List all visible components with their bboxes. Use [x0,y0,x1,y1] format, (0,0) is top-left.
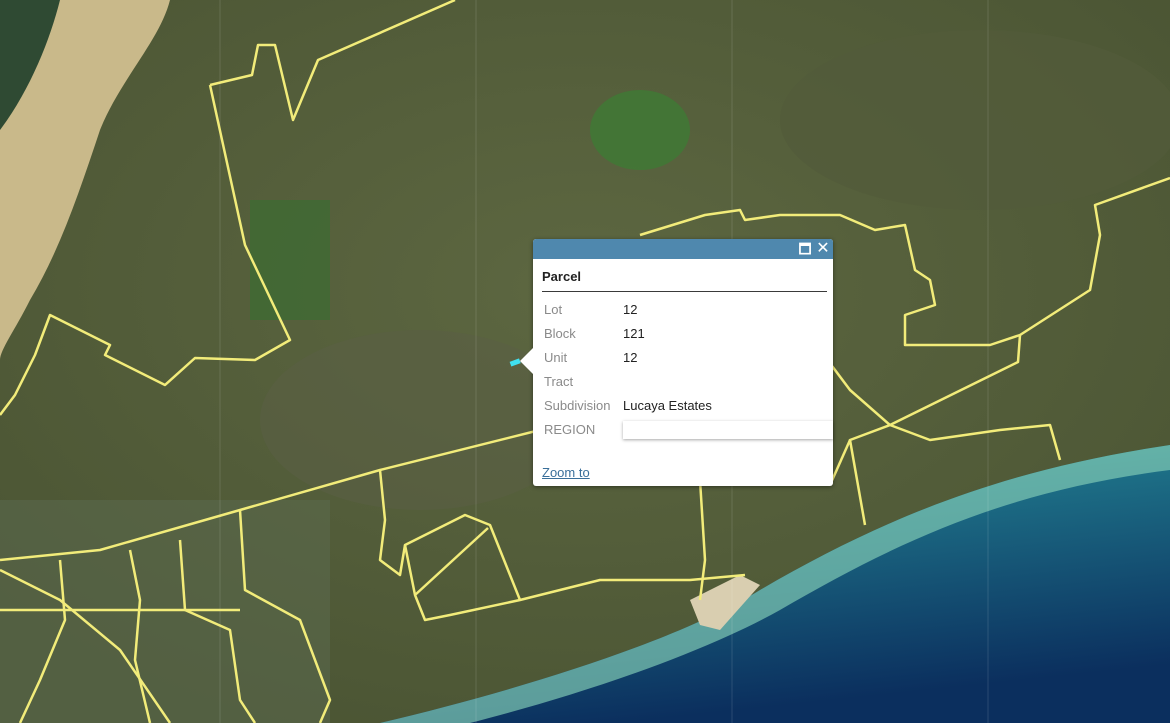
attribute-value: 12 [623,349,638,365]
popup-pointer [520,348,533,374]
attribute-name: Unit [544,349,568,365]
region-value-field[interactable] [623,421,833,439]
attribute-value: 121 [623,325,645,341]
zoom-to-link[interactable]: Zoom to [542,465,590,480]
attribute-row-region: REGION [542,417,833,442]
attribute-table: Lot 12 Block 121 Unit 12 Tract Subdivisi… [542,297,833,442]
green-field [590,90,690,170]
town-area [0,500,330,723]
attribute-row-subdivision: Subdivision Lucaya Estates [542,393,833,417]
attribute-name: Block [544,325,576,341]
popup-title: Parcel [542,269,582,284]
attribute-name: Lot [544,301,563,317]
popup-header: 🗖 ✕ [533,239,833,259]
close-icon[interactable]: ✕ [815,241,831,257]
attribute-name: Subdivision [544,397,611,413]
attribute-value: 12 [623,301,638,317]
attribute-row-unit: Unit 12 [542,345,833,369]
parcel-popup: 🗖 ✕ Parcel Lot 12 Block 121 Unit 12 Trac… [520,239,833,486]
attribute-name: Tract [544,373,574,389]
attribute-name: REGION [544,422,596,437]
green-field [250,200,330,320]
attribute-row-block: Block 121 [542,321,833,345]
attribute-row-tract: Tract [542,369,833,393]
attribute-value [623,369,833,393]
maximize-icon[interactable]: 🗖 [797,241,813,257]
attribute-value: Lucaya Estates [623,397,712,413]
attribute-row-lot: Lot 12 [542,297,833,321]
popup-divider [542,291,827,292]
